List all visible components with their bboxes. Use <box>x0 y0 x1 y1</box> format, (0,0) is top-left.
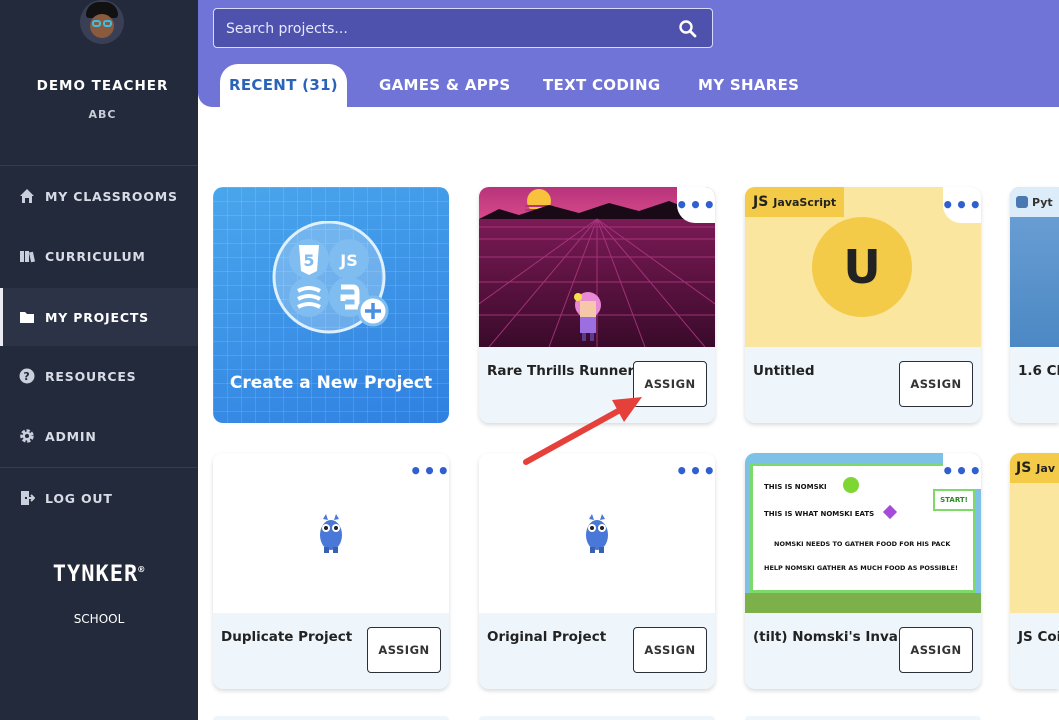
svg-text:JS: JS <box>339 251 357 270</box>
search-icon[interactable] <box>678 19 698 39</box>
sidebar-divider <box>0 165 198 166</box>
logout-icon <box>18 489 36 507</box>
assign-button[interactable]: ASSIGN <box>899 361 973 407</box>
create-project-title: Create a New Project <box>229 373 433 393</box>
gear-icon <box>18 427 36 445</box>
sidebar-divider <box>0 467 198 468</box>
app-root: DEMO TEACHER ABC MY CLASSROOMS CURRICULU… <box>0 0 1059 720</box>
home-icon <box>18 187 36 205</box>
sidebar-item-label: MY PROJECTS <box>45 309 149 325</box>
project-title: Rare Thrills Runner <box>487 363 635 379</box>
assign-button[interactable]: ASSIGN <box>633 627 707 673</box>
more-options-button[interactable]: ••• <box>409 453 449 489</box>
svg-text:5: 5 <box>303 251 314 270</box>
project-card-next-row <box>479 716 715 720</box>
sidebar-item-admin[interactable]: ADMIN <box>0 407 198 465</box>
search-placeholder: Search projects... <box>226 21 348 37</box>
project-title: Original Project <box>487 629 607 645</box>
sidebar-item-log-out[interactable]: LOG OUT <box>0 469 198 527</box>
project-card[interactable]: THIS IS NOMSKI THIS IS WHAT NOMSKI EATS … <box>745 453 981 689</box>
project-initial: U <box>812 217 912 317</box>
user-org: ABC <box>88 108 117 121</box>
sidebar-item-label: LOG OUT <box>45 490 113 506</box>
tab-my-shares[interactable]: MY SHARES <box>698 76 799 94</box>
monster-sprite <box>320 514 342 553</box>
language-badge: JS Jav <box>1010 453 1059 483</box>
tynker-logo[interactable]: TYNKER® <box>0 562 198 587</box>
sidebar-item-label: RESOURCES <box>45 368 137 384</box>
language-badge: JS JavaScript <box>745 187 845 217</box>
sidebar-item-curriculum[interactable]: CURRICULUM <box>0 227 198 285</box>
sidebar-item-label: ADMIN <box>45 428 97 444</box>
project-title: (tilt) Nomski's Inva... <box>753 629 914 645</box>
languages-icon: 5 JS <box>272 221 389 334</box>
user-name: DEMO TEACHER <box>36 78 169 94</box>
project-card[interactable]: ••• Duplicate Project ASSIGN <box>213 453 449 689</box>
avatar[interactable] <box>80 0 124 44</box>
search-input[interactable]: Search projects... <box>213 8 713 48</box>
more-options-button[interactable]: ••• <box>941 187 981 223</box>
language-badge: Pyt <box>1010 187 1059 217</box>
folder-icon <box>18 308 36 326</box>
books-icon <box>18 247 36 265</box>
python-icon <box>1016 196 1028 208</box>
more-options-button[interactable]: ••• <box>675 187 715 223</box>
sidebar-item-resources[interactable]: ? RESOURCES <box>0 347 198 405</box>
project-title: JS Coin <box>1018 629 1059 645</box>
sidebar-item-my-classrooms[interactable]: MY CLASSROOMS <box>0 167 198 225</box>
more-options-button[interactable]: ••• <box>675 453 715 489</box>
start-label: START! <box>933 489 975 511</box>
svg-text:?: ? <box>23 370 30 383</box>
project-card[interactable]: ••• Original Project ASSIGN <box>479 453 715 689</box>
project-card[interactable]: ••• Rare Thrills Runner ASSIGN <box>479 187 715 423</box>
sidebar: DEMO TEACHER ABC MY CLASSROOMS CURRICULU… <box>0 0 198 720</box>
assign-button[interactable]: ASSIGN <box>633 361 707 407</box>
sidebar-item-my-projects[interactable]: MY PROJECTS <box>0 288 198 346</box>
tab-games-apps[interactable]: GAMES & APPS <box>379 76 510 94</box>
help-icon: ? <box>18 367 36 385</box>
monster-sprite <box>586 514 608 553</box>
sidebar-item-label: MY CLASSROOMS <box>45 188 178 204</box>
assign-button[interactable]: ASSIGN <box>899 627 973 673</box>
project-title: Duplicate Project <box>221 629 353 645</box>
more-options-button[interactable]: ••• <box>941 453 981 489</box>
tab-text-coding[interactable]: TEXT CODING <box>543 76 660 94</box>
brand-sub: SCHOOL <box>73 612 125 626</box>
sidebar-item-label: CURRICULUM <box>45 248 146 264</box>
tab-recent[interactable]: RECENT (31) <box>220 64 347 108</box>
create-project-card[interactable]: 5 JS Create a New Project <box>213 187 449 423</box>
project-card-next-row <box>745 716 981 720</box>
project-card[interactable]: Pyt 1.6 Ch <box>1010 187 1059 423</box>
project-title: Untitled <box>753 363 815 379</box>
assign-button[interactable]: ASSIGN <box>367 627 441 673</box>
project-title: 1.6 Ch <box>1018 363 1059 379</box>
project-card[interactable]: JSJav JS Coin <box>1010 453 1059 689</box>
project-card-next-row <box>213 716 449 720</box>
header: Search projects... RECENT (31) GAMES & A… <box>198 0 1059 108</box>
project-card[interactable]: U JS JavaScript ••• Untitled ASSIGN <box>745 187 981 423</box>
